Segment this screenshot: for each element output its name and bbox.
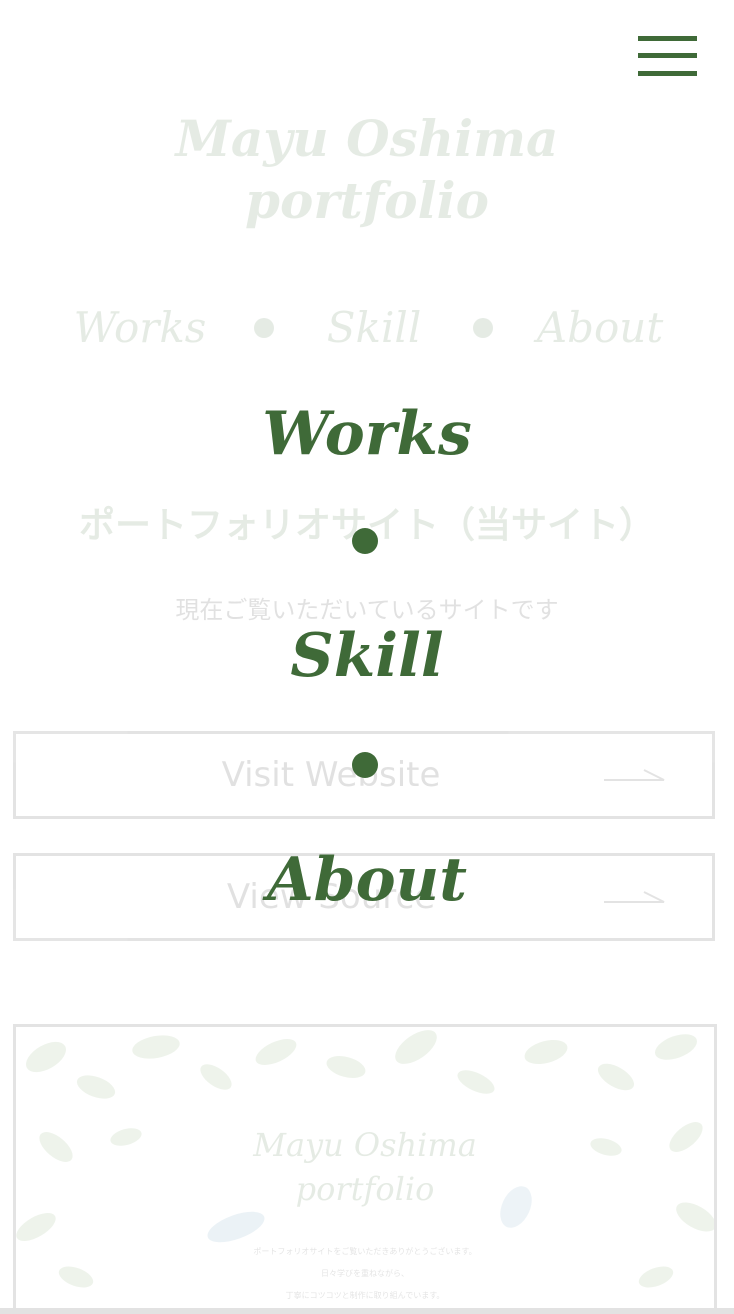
- hamburger-line: [638, 53, 697, 58]
- menu-overlay: Works Skill About: [0, 0, 734, 1314]
- bottom-scrollbar: [0, 1308, 734, 1314]
- page: Mayu Oshima portfolio Works Skill About …: [0, 0, 734, 1314]
- hamburger-line: [638, 36, 697, 41]
- hamburger-icon[interactable]: [638, 36, 697, 76]
- menu-dot-icon: [352, 752, 378, 778]
- hamburger-line: [638, 71, 697, 76]
- menu-item-skill[interactable]: Skill: [0, 616, 734, 696]
- menu-item-works[interactable]: Works: [0, 394, 734, 474]
- menu-dot-icon: [352, 528, 378, 554]
- menu-item-about[interactable]: About: [0, 840, 734, 920]
